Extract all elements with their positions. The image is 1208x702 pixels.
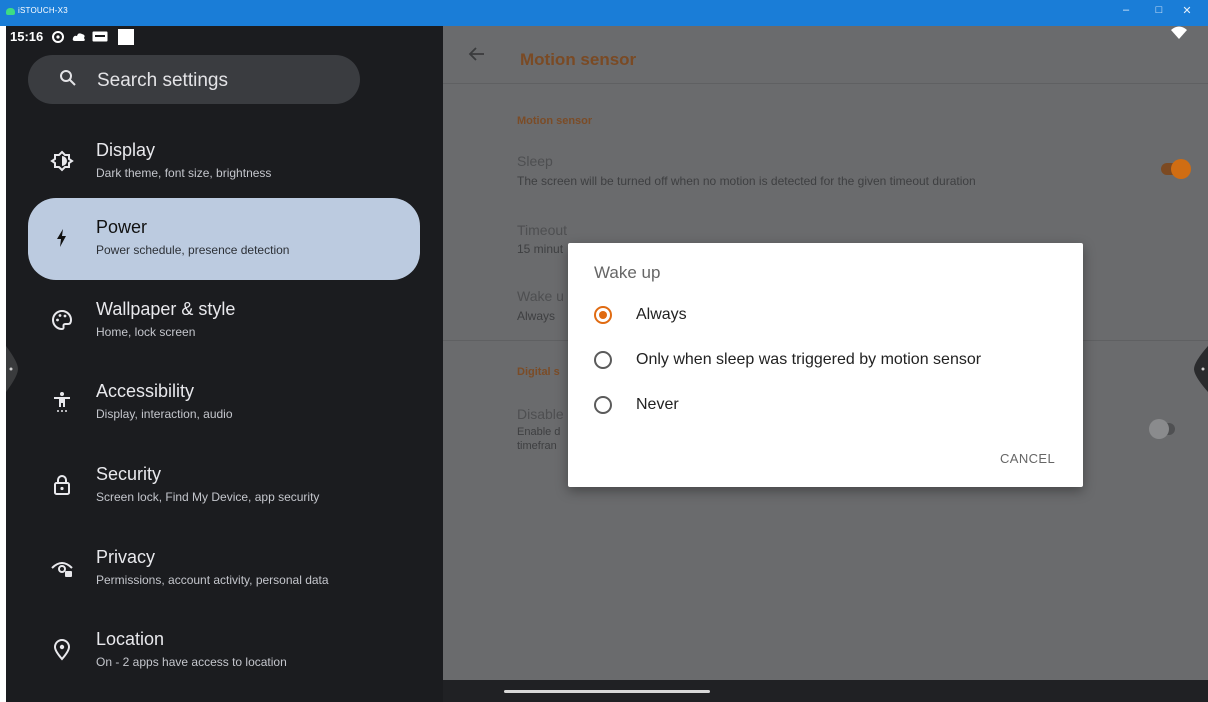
status-bar: 15:16	[6, 26, 443, 48]
android-app-icon	[6, 8, 15, 15]
option-label: Only when sleep was triggered by motion …	[636, 351, 982, 368]
settings-gear-status-icon	[52, 31, 64, 43]
cloud-icon	[72, 33, 85, 41]
wakeup-title[interactable]: Wake u	[517, 288, 564, 304]
dialog-title: Wake up	[594, 263, 661, 282]
search-input[interactable]: Search settings	[28, 55, 360, 104]
notification-card-icon	[92, 31, 108, 42]
option-always[interactable]: Always	[590, 300, 1070, 330]
section-header-motion-sensor: Motion sensor	[517, 115, 593, 127]
sidebar-item-privacy[interactable]: Privacy Permissions, account activity, p…	[28, 528, 420, 610]
sidebar-item-title: Wallpaper & style	[96, 299, 236, 319]
back-arrow-icon[interactable]	[467, 44, 487, 64]
sidebar-item-wallpaper[interactable]: Wallpaper & style Home, lock screen	[28, 280, 420, 362]
radio-unselected-icon[interactable]	[594, 396, 612, 414]
option-label: Always	[636, 306, 687, 323]
lock-icon	[54, 475, 70, 495]
sidebar-item-title: Location	[96, 629, 165, 649]
wifi-icon	[1171, 26, 1187, 39]
location-pin-icon	[53, 639, 71, 661]
sidebar-item-subtitle: Home, lock screen	[96, 325, 196, 339]
sidebar-item-power[interactable]: Power Power schedule, presence detection	[28, 198, 420, 280]
toggle-knob	[1171, 159, 1191, 179]
maximize-button[interactable]: □	[1150, 4, 1168, 16]
radio-unselected-icon[interactable]	[594, 351, 612, 369]
sidebar-item-subtitle: Dark theme, font size, brightness	[96, 166, 272, 180]
sidebar-item-accessibility[interactable]: Accessibility Display, interaction, audi…	[28, 362, 420, 444]
sleep-title[interactable]: Sleep	[517, 153, 553, 169]
cancel-button[interactable]: CANCEL	[1000, 451, 1055, 466]
right-edge-handle-icon[interactable]	[1194, 346, 1208, 392]
disable-title[interactable]: Disable	[517, 406, 564, 422]
radio-selected-icon[interactable]	[594, 306, 612, 324]
toggle-knob	[1149, 419, 1169, 439]
disable-summary-line2: timefran	[517, 440, 557, 452]
window-title: iSTOUCH-X3	[18, 6, 68, 15]
disable-toggle[interactable]	[1149, 419, 1179, 439]
sidebar-item-subtitle: Display, interaction, audio	[96, 407, 233, 421]
blank-notification-icon	[118, 29, 134, 45]
accessibility-icon	[54, 392, 70, 412]
option-label: Never	[636, 396, 679, 413]
sidebar-item-title: Power	[96, 217, 148, 237]
palette-icon	[52, 309, 73, 331]
timeout-title[interactable]: Timeout	[517, 222, 567, 238]
app-bar: Motion sensor	[443, 26, 1208, 84]
disable-summary-line1: Enable d	[517, 426, 561, 438]
section-header-digital: Digital s	[517, 366, 560, 378]
left-edge-handle-icon[interactable]	[6, 346, 18, 392]
sidebar-item-title: Privacy	[96, 547, 156, 567]
search-icon	[60, 70, 76, 86]
sidebar-item-subtitle: Power schedule, presence detection	[96, 243, 290, 257]
window-titlebar: iSTOUCH-X3 – □ ✕	[0, 0, 1208, 26]
privacy-icon	[51, 562, 73, 577]
sidebar-item-title: Display	[96, 140, 156, 160]
close-button[interactable]: ✕	[1178, 4, 1196, 17]
sidebar-item-subtitle: Permissions, account activity, personal …	[96, 573, 329, 587]
navigation-bar	[443, 680, 1208, 702]
settings-sidebar: 15:16 Search settings Display Dark theme…	[6, 26, 443, 702]
wakeup-summary: Always	[517, 309, 556, 323]
sidebar-item-security[interactable]: Security Screen lock, Find My Device, ap…	[28, 445, 420, 527]
option-never[interactable]: Never	[590, 390, 1070, 420]
wake-up-dialog: Wake up Always Only when sleep was trigg…	[568, 243, 1083, 487]
sidebar-item-subtitle: Screen lock, Find My Device, app securit…	[96, 490, 320, 504]
search-placeholder: Search settings	[97, 70, 228, 91]
option-motion-sensor-only[interactable]: Only when sleep was triggered by motion …	[590, 345, 1070, 375]
display-icon	[50, 150, 74, 172]
page-title: Motion sensor	[520, 50, 637, 69]
sleep-summary: The screen will be turned off when no mo…	[517, 174, 976, 188]
minimize-button[interactable]: –	[1117, 4, 1135, 16]
sidebar-item-location[interactable]: Location On - 2 apps have access to loca…	[28, 610, 420, 692]
sidebar-item-title: Security	[96, 464, 162, 484]
sidebar-item-title: Accessibility	[96, 381, 195, 401]
bolt-icon	[57, 229, 66, 247]
sleep-toggle[interactable]	[1159, 159, 1191, 179]
sidebar-item-display[interactable]: Display Dark theme, font size, brightnes…	[28, 121, 420, 203]
sidebar-item-subtitle: On - 2 apps have access to location	[96, 655, 287, 669]
timeout-summary: 15 minut	[517, 242, 564, 256]
status-time: 15:16	[10, 29, 44, 44]
device-screen: 15:16 Search settings Display Dark theme…	[6, 26, 1208, 702]
home-gesture-handle[interactable]	[504, 690, 710, 693]
